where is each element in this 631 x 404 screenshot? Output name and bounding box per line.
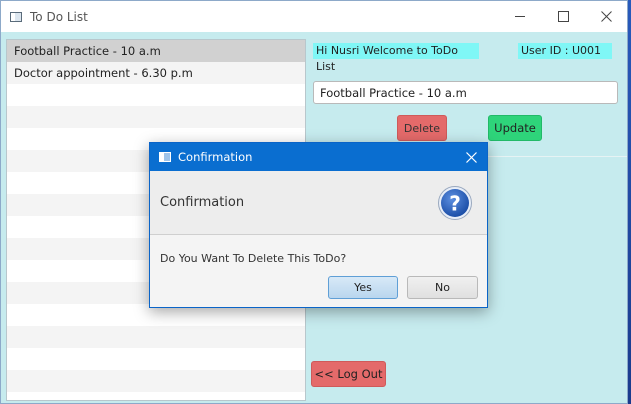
dialog-close-button[interactable]	[461, 147, 481, 167]
yes-button[interactable]: Yes	[328, 276, 398, 299]
close-button[interactable]	[584, 1, 628, 32]
list-item[interactable]: Doctor appointment - 6.30 p.m	[7, 62, 305, 84]
dialog-header: Confirmation ?	[150, 171, 487, 235]
dialog-title-bar: Confirmation	[150, 143, 487, 171]
minimize-icon	[515, 16, 525, 17]
maximize-icon	[557, 11, 569, 22]
delete-button[interactable]: Delete	[397, 115, 447, 141]
user-id-label: User ID : U001	[518, 43, 612, 59]
svg-text:?: ?	[449, 192, 461, 216]
question-icon: ?	[438, 186, 472, 220]
todo-text-input[interactable]	[313, 81, 618, 104]
empty-list-row	[7, 84, 305, 106]
list-item[interactable]: Football Practice - 10 a.m	[7, 40, 305, 62]
close-icon	[465, 151, 477, 163]
welcome-label: Hi Nusri Welcome to ToDo List	[313, 43, 479, 73]
close-icon	[600, 11, 612, 22]
empty-list-row	[7, 370, 305, 392]
dialog-header-text: Confirmation	[160, 195, 245, 210]
empty-list-row	[7, 326, 305, 348]
empty-list-row	[7, 348, 305, 370]
title-bar: To Do List	[1, 1, 627, 32]
empty-list-row	[7, 392, 305, 400]
update-button[interactable]: Update	[488, 115, 542, 141]
dialog-message: Do You Want To Delete This ToDo?	[160, 252, 347, 265]
logout-button[interactable]: << Log Out	[311, 361, 386, 387]
maximize-button[interactable]	[541, 1, 585, 32]
confirmation-dialog: Confirmation Confirmation ? Do You Want …	[149, 142, 488, 308]
empty-list-row	[7, 106, 305, 128]
dialog-title: Confirmation	[178, 150, 253, 164]
minimize-button[interactable]	[498, 1, 542, 32]
window-title: To Do List	[30, 9, 88, 24]
app-window-icon	[10, 11, 22, 22]
dialog-window-icon	[159, 152, 171, 162]
no-button[interactable]: No	[407, 276, 478, 299]
